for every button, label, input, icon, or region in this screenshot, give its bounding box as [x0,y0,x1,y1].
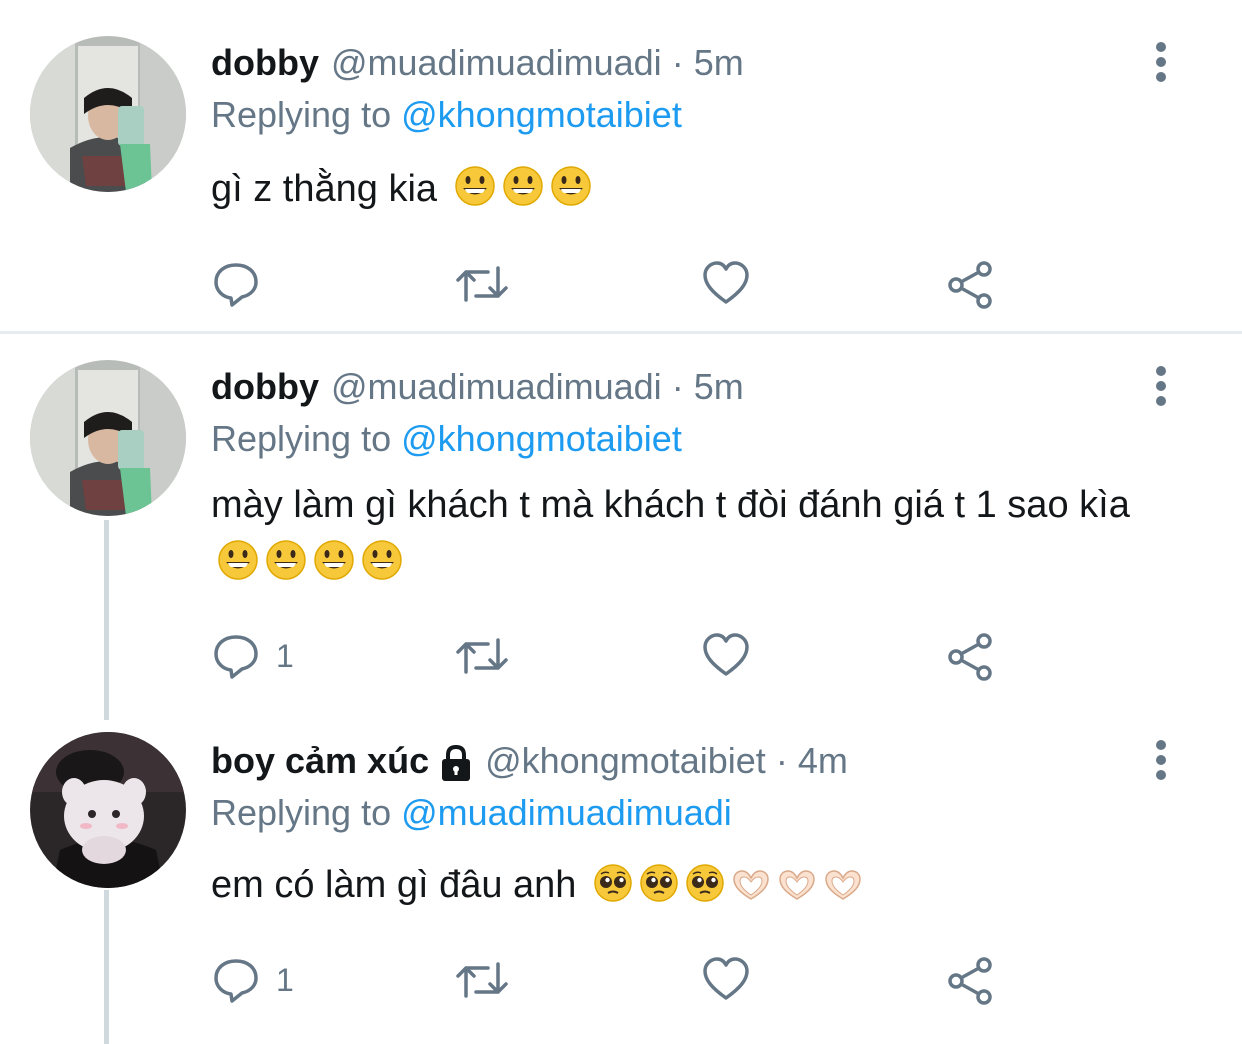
reply-icon [214,959,258,1003]
tweet-header: boy cảm xúc @khongmotaibiet · 4m [211,736,848,786]
timestamp[interactable]: 4m [798,740,848,782]
tweet-text-content: mày làm gì khách t mà khách t đòi đánh g… [211,484,1130,526]
separator-dot: · [775,740,788,781]
grinning-face-emoji [313,539,355,598]
heart-icon [703,957,749,1000]
share-button[interactable] [946,632,996,682]
tweet-text: em có làm gì đâu anh [211,856,1201,920]
replying-to: Replying to @muadimuadimuadi [211,792,732,834]
tweet[interactable]: dobby @muadimuadimuadi · 5m Replying to @… [0,0,1242,331]
more-vertical-icon[interactable] [1148,366,1174,406]
pleading-face-emoji [639,862,679,920]
retweet-icon [456,638,508,674]
user-handle[interactable]: @khongmotaibiet [485,740,766,782]
replying-to-link[interactable]: @khongmotaibiet [401,418,682,459]
timestamp[interactable]: 5m [694,366,744,408]
tweet-actions [212,260,1012,310]
tweet-header: dobby @muadimuadimuadi · 5m [211,362,744,412]
reply-count: 1 [276,637,294,674]
retweet-button[interactable] [454,956,510,1004]
heart-hands-emoji [731,862,771,920]
grinning-face-emoji [217,539,259,598]
replying-label: Replying to [211,792,392,833]
share-icon [948,261,992,309]
replying-to-link[interactable]: @muadimuadimuadi [401,792,732,833]
timestamp[interactable]: 5m [694,42,744,84]
lock-icon [439,744,473,782]
reply-button[interactable] [212,260,276,308]
tweet-header: dobby @muadimuadimuadi · 5m [211,38,744,88]
tweet-text-content: gì z thằng kia [211,168,438,210]
reply-icon [214,263,258,307]
replying-label: Replying to [211,418,392,459]
grinning-face-emoji [454,165,496,224]
separator-dot: · [671,42,684,83]
retweet-icon [456,266,508,302]
share-button[interactable] [946,260,996,310]
heart-hands-emoji [777,862,817,920]
retweet-icon [456,962,508,998]
tweet-actions: 1 [212,956,1012,1006]
replying-to-link[interactable]: @khongmotaibiet [401,94,682,135]
pleading-face-emoji [593,862,633,920]
share-icon [948,957,992,1005]
replying-label: Replying to [211,94,392,135]
more-vertical-icon[interactable] [1148,740,1174,780]
grinning-face-emoji [265,539,307,598]
user-handle[interactable]: @muadimuadimuadi [331,42,662,84]
avatar[interactable] [30,36,186,192]
replying-to: Replying to @khongmotaibiet [211,418,682,460]
share-button[interactable] [946,956,996,1006]
retweet-button[interactable] [454,260,510,308]
display-name[interactable]: boy cảm xúc [211,740,429,782]
reply-button[interactable]: 1 [212,956,294,1004]
separator-dot: · [671,366,684,407]
heart-icon [703,261,749,304]
tweet-text-content: em có làm gì đâu anh [211,864,577,906]
like-button[interactable] [702,956,750,1004]
like-button[interactable] [702,632,750,680]
grinning-face-emoji [361,539,403,598]
reply-button[interactable]: 1 [212,632,294,680]
tweet-text: mày làm gì khách t mà khách t đòi đánh g… [211,476,1171,598]
grinning-face-emoji [550,165,592,224]
reply-count: 1 [276,961,294,998]
tweet[interactable]: dobby @muadimuadimuadi · 5m Replying to @… [0,334,1242,704]
retweet-button[interactable] [454,632,510,680]
share-icon [948,633,992,681]
heart-hands-emoji [823,862,863,920]
tweet[interactable]: boy cảm xúc @khongmotaibiet · 4m Replyin… [0,704,1242,1044]
pleading-face-emoji [685,862,725,920]
tweet-actions: 1 [212,632,1012,682]
user-handle[interactable]: @muadimuadimuadi [331,366,662,408]
like-button[interactable] [702,260,750,308]
tweet-text: gì z thằng kia [211,160,1201,224]
avatar[interactable] [30,732,186,888]
avatar[interactable] [30,360,186,516]
display-name[interactable]: dobby [211,366,319,408]
reply-icon [214,635,258,679]
more-vertical-icon[interactable] [1148,42,1174,82]
replying-to: Replying to @khongmotaibiet [211,94,682,136]
heart-icon [703,633,749,676]
display-name[interactable]: dobby [211,42,319,84]
grinning-face-emoji [502,165,544,224]
